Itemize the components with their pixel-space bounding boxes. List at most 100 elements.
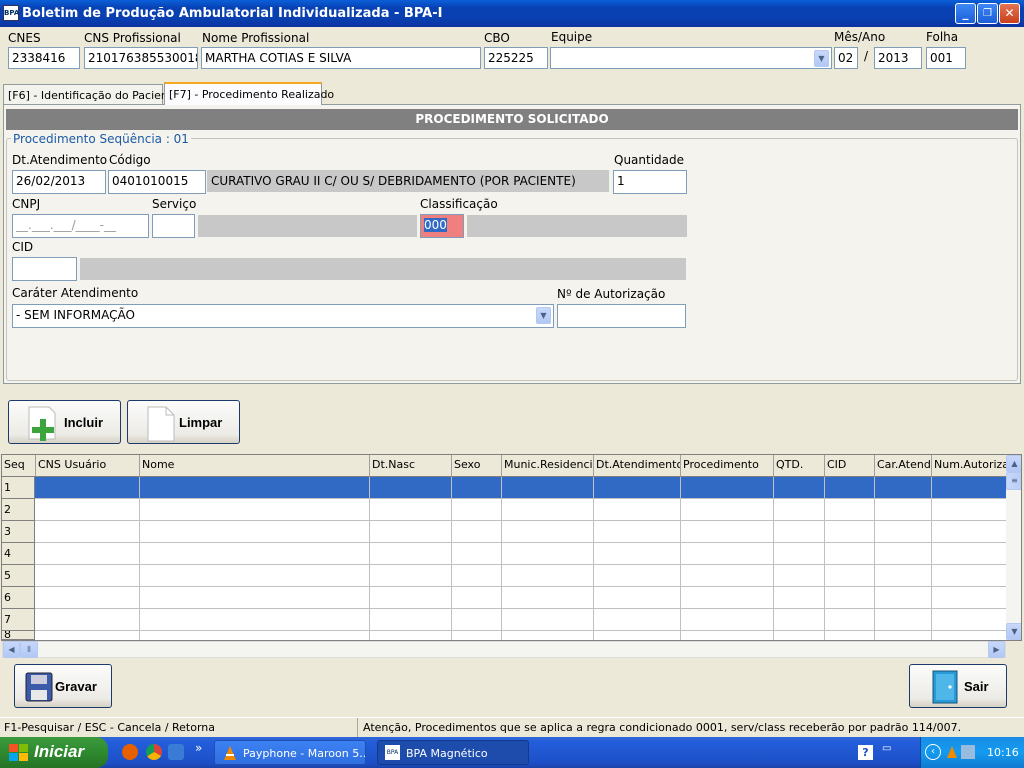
servico-label: Serviço (152, 197, 197, 211)
column-header-dt-nasc[interactable]: Dt.Nasc (370, 455, 452, 477)
table-row[interactable] (2, 631, 1006, 640)
cid-descricao (80, 258, 686, 280)
scroll-up-icon[interactable]: ▲ (1006, 455, 1021, 472)
mes-ano-separator: / (864, 49, 869, 63)
gravar-label: Gravar (55, 679, 97, 694)
cnes-field[interactable]: 2338416 (8, 47, 80, 69)
limpar-button[interactable]: Limpar (127, 400, 240, 444)
classificacao-descricao (467, 215, 687, 237)
procedures-grid[interactable]: Seq CNS Usuário Nome Dt.Nasc Sexo Munic.… (1, 454, 1022, 641)
cid-field[interactable] (12, 257, 77, 281)
scroll-left-icon[interactable]: ◀ (3, 641, 20, 658)
title-bar[interactable]: BPA Boletim de Produção Ambulatorial Ind… (0, 0, 1024, 27)
start-button[interactable]: Iniciar (0, 737, 108, 768)
classificacao-value: 000 (424, 218, 447, 232)
tab-identificacao-paciente[interactable]: [F6] - Identificação do Paciente (3, 84, 179, 106)
folha-field[interactable]: 001 (926, 47, 966, 69)
chevron-down-icon[interactable]: ▼ (536, 307, 551, 324)
firefox-icon[interactable] (122, 744, 138, 760)
autorizacao-field[interactable] (557, 304, 686, 328)
tray-expand-icon[interactable]: ‹ (925, 744, 941, 760)
status-hint: F1-Pesquisar / ESC - Cancela / Retorna (4, 721, 216, 734)
cnpj-field[interactable]: __.___.___/____-__ (12, 214, 149, 238)
sair-label: Sair (964, 679, 989, 694)
carater-atendimento-select[interactable]: - SEM INFORMAÇÃO ▼ (12, 304, 554, 328)
cns-profissional-field[interactable]: 210176385530018 (84, 47, 198, 69)
app-icon: BPA (3, 5, 19, 21)
folha-label: Folha (926, 30, 959, 44)
quicklaunch-overflow[interactable]: » (195, 741, 202, 755)
quicklaunch-app-icon[interactable] (168, 744, 184, 760)
classificacao-label: Classificação (420, 197, 498, 211)
row-seq: 7 (2, 609, 35, 631)
language-bar-icon[interactable]: ▭ (882, 743, 891, 754)
blank-document-icon (147, 406, 175, 442)
quantidade-field[interactable]: 1 (613, 170, 687, 194)
incluir-button[interactable]: Incluir (8, 400, 121, 444)
nome-profissional-field[interactable]: MARTHA COTIAS E SILVA (201, 47, 481, 69)
vlc-tray-icon[interactable] (945, 745, 959, 759)
cbo-field[interactable]: 225225 (484, 47, 548, 69)
table-row[interactable] (2, 543, 1006, 565)
clock[interactable]: 10:16 (987, 746, 1019, 759)
limpar-label: Limpar (179, 415, 223, 430)
mes-field[interactable]: 02 (834, 47, 858, 69)
table-row[interactable] (2, 499, 1006, 521)
ano-field[interactable]: 2013 (874, 47, 922, 69)
scroll-thumb[interactable]: ≡ (1006, 472, 1021, 490)
chrome-icon[interactable] (146, 744, 162, 760)
taskbar-item-payphone[interactable]: Payphone - Maroon 5... (214, 740, 366, 765)
equipe-select[interactable]: ▼ (550, 47, 832, 69)
tab-procedimento-realizado[interactable]: [F7] - Procedimento Realizado (164, 82, 334, 105)
table-row[interactable] (2, 565, 1006, 587)
row-seq: 2 (2, 499, 35, 521)
cnes-label: CNES (8, 31, 41, 45)
incluir-label: Incluir (64, 415, 104, 430)
table-row-selected[interactable] (2, 477, 1006, 499)
vlc-cone-icon (224, 746, 236, 760)
servico-field[interactable] (152, 214, 195, 238)
table-row[interactable] (2, 521, 1006, 543)
equipe-label: Equipe (551, 30, 593, 44)
column-header-munic-residencia[interactable]: Munic.Residencia (502, 455, 594, 477)
windows-logo-icon (9, 744, 28, 761)
column-header-nome[interactable]: Nome (140, 455, 370, 477)
scroll-right-icon[interactable]: ▶ (988, 641, 1005, 658)
table-row[interactable] (2, 609, 1006, 631)
window-title: Boletim de Produção Ambulatorial Individ… (22, 6, 443, 21)
start-label: Iniciar (34, 742, 85, 761)
taskbar-item-label: BPA Magnético (406, 747, 488, 760)
cns-profissional-label: CNS Profissional (84, 31, 181, 45)
column-header-car-atend[interactable]: Car.Atend. (875, 455, 932, 477)
scroll-thumb-horizontal[interactable]: ⦀ (20, 641, 38, 658)
column-header-seq[interactable]: Seq (2, 455, 36, 477)
system-tray: ‹ 10:16 (920, 737, 1024, 768)
row-seq: 3 (2, 521, 35, 543)
scroll-down-icon[interactable]: ▼ (1006, 623, 1021, 640)
help-icon[interactable]: ? (858, 745, 873, 760)
dt-atendimento-field[interactable]: 26/02/2013 (12, 170, 106, 194)
column-header-qtd[interactable]: QTD. (774, 455, 825, 477)
horizontal-scrollbar[interactable]: ◀ ⦀ ▶ (2, 641, 1006, 658)
table-row[interactable] (2, 587, 1006, 609)
carater-atendimento-value: - SEM INFORMAÇÃO (16, 308, 135, 322)
volume-icon[interactable] (961, 745, 975, 759)
taskbar-item-bpa-magnetico[interactable]: BPA BPA Magnético (377, 740, 529, 765)
column-header-sexo[interactable]: Sexo (452, 455, 502, 477)
column-header-cns-usuario[interactable]: CNS Usuário (36, 455, 140, 477)
sair-button[interactable]: Sair (909, 664, 1007, 708)
chevron-down-icon[interactable]: ▼ (814, 50, 829, 67)
column-header-num-autorizacao[interactable]: Num.Autorizaç (932, 455, 1007, 477)
vertical-scrollbar[interactable]: ▲ ≡ ▼ (1006, 455, 1021, 640)
close-button[interactable]: ✕ (999, 3, 1020, 24)
classificacao-field[interactable]: 000 (420, 214, 464, 238)
column-header-cid[interactable]: CID (825, 455, 875, 477)
column-header-procedimento[interactable]: Procedimento (681, 455, 774, 477)
minimize-button[interactable]: _ (955, 3, 976, 24)
column-header-dt-atendimento[interactable]: Dt.Atendimento (594, 455, 681, 477)
row-seq: 6 (2, 587, 35, 609)
codigo-field[interactable]: 0401010015 (108, 170, 206, 194)
dt-atendimento-label: Dt.Atendimento (12, 153, 108, 167)
restore-button[interactable]: ❐ (977, 3, 998, 24)
gravar-button[interactable]: Gravar (14, 664, 112, 708)
